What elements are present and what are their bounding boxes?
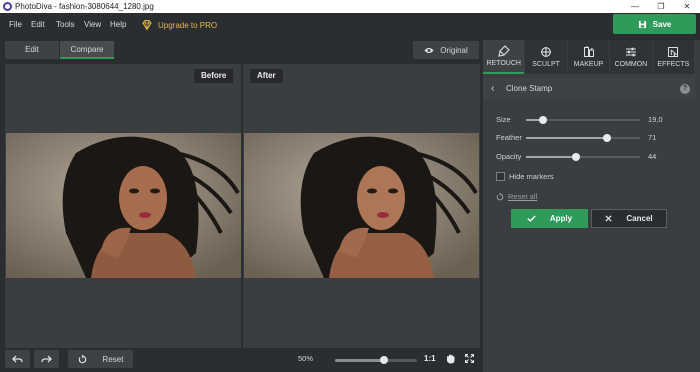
cancel-label: Cancel [626,214,653,223]
upgrade-label: Upgrade to PRO [158,20,218,30]
actual-size-button[interactable]: 1:1 [424,354,436,363]
menu-view[interactable]: View [84,19,101,31]
reset-icon [496,192,504,200]
reset-label: Reset [102,354,124,364]
minimize-button[interactable]: — [625,1,645,12]
hide-markers-checkbox[interactable] [496,171,505,181]
back-chevron-icon[interactable]: ‹ [491,83,494,94]
compare-divider[interactable] [241,64,243,348]
reset-all-label: Reset all [508,192,538,201]
upgrade-to-pro-link[interactable]: Upgrade to PRO [141,18,217,32]
hide-markers-row[interactable]: Hide markers [496,170,554,182]
after-label: After [250,69,283,83]
after-photo [244,133,479,278]
close-window-button[interactable]: ✕ [677,1,697,12]
tab-edit[interactable]: Edit [5,41,59,59]
reset-icon [78,354,86,363]
clone-stamp-header: ‹ Clone Stamp ? [483,78,695,100]
original-label: Original [440,45,468,55]
makeup-icon [583,46,594,57]
diamond-icon [142,20,152,31]
redo-button[interactable] [34,350,59,368]
feather-slider-fill [526,137,607,139]
tab-effects-label: EFFECTS [657,61,690,68]
clone-stamp-title: Clone Stamp [506,84,553,93]
tab-compare[interactable]: Compare [60,41,114,59]
window-title: PhotoDiva - fashion-3080644_1280.jpg [15,2,154,11]
apply-button[interactable]: Apply [511,209,588,228]
opacity-label: Opacity [496,152,522,161]
tab-effects[interactable]: EFFECTS [652,40,695,74]
close-icon [605,215,612,222]
tool-tabs: RETOUCH SCULPT MAKEUP COMMON EFFECTS [483,40,695,74]
before-photo [6,133,241,278]
sliders-icon [625,47,636,57]
size-slider[interactable] [526,116,640,124]
redo-icon [41,355,52,363]
tab-common[interactable]: COMMON [610,40,652,74]
zoom-percentage: 50% [298,354,314,363]
feather-label: Feather [496,133,522,142]
undo-icon [12,355,23,363]
view-tabs: Edit Compare [5,41,115,59]
help-icon[interactable]: ? [680,84,690,94]
opacity-slider-row: Opacity 44 [496,151,671,163]
feather-value: 71 [648,133,657,142]
opacity-slider-thumb[interactable] [572,153,581,161]
feather-slider-thumb[interactable] [602,134,611,142]
menu-bar: File Edit Tools View Help Upgrade to PRO [0,13,700,37]
window-titlebar: PhotoDiva - fashion-3080644_1280.jpg — ❐… [0,0,700,13]
hide-markers-label: Hide markers [509,171,554,181]
zoom-slider-fill [335,359,385,362]
tab-sculpt[interactable]: SCULPT [525,40,567,74]
tab-sculpt-label: SCULPT [532,61,560,68]
retouch-brush-icon [498,45,510,57]
sculpt-crosshair-icon [541,47,552,57]
reset-all-link[interactable]: Reset all [496,192,537,201]
menu-file[interactable]: File [9,19,22,31]
size-value: 19,0 [648,115,663,124]
menu-tools[interactable]: Tools [56,19,75,31]
effects-icon [668,47,679,57]
fit-screen-icon[interactable] [465,354,474,363]
cancel-button[interactable]: Cancel [591,209,667,228]
tab-makeup[interactable]: MAKEUP [567,40,610,74]
reset-button[interactable]: Reset [68,350,133,368]
size-slider-row: Size 19,0 [496,114,671,126]
photodiva-logo-icon [3,2,12,11]
undo-button[interactable] [5,350,30,368]
original-button[interactable]: Original [413,41,479,59]
eye-icon [424,47,434,53]
apply-label: Apply [549,214,573,223]
size-slider-thumb[interactable] [539,116,548,124]
checkmark-icon [527,215,536,222]
zoom-slider[interactable] [335,356,417,364]
opacity-value: 44 [648,152,657,161]
save-button[interactable]: Save [613,14,696,34]
menu-edit[interactable]: Edit [31,19,45,31]
hand-tool-icon[interactable] [446,354,455,364]
tab-common-label: COMMON [614,61,648,68]
feather-slider[interactable] [526,134,640,142]
tab-retouch[interactable]: RETOUCH [483,40,525,74]
opacity-slider-fill [526,156,577,158]
maximize-button[interactable]: ❐ [651,1,671,12]
opacity-slider[interactable] [526,153,640,161]
tab-retouch-label: RETOUCH [486,60,521,67]
feather-slider-row: Feather 71 [496,132,671,144]
floppy-disk-icon [638,20,646,28]
tab-makeup-label: MAKEUP [573,61,604,68]
before-label: Before [194,69,234,83]
menu-help[interactable]: Help [110,19,126,31]
save-label: Save [652,19,672,29]
size-label: Size [496,115,511,124]
